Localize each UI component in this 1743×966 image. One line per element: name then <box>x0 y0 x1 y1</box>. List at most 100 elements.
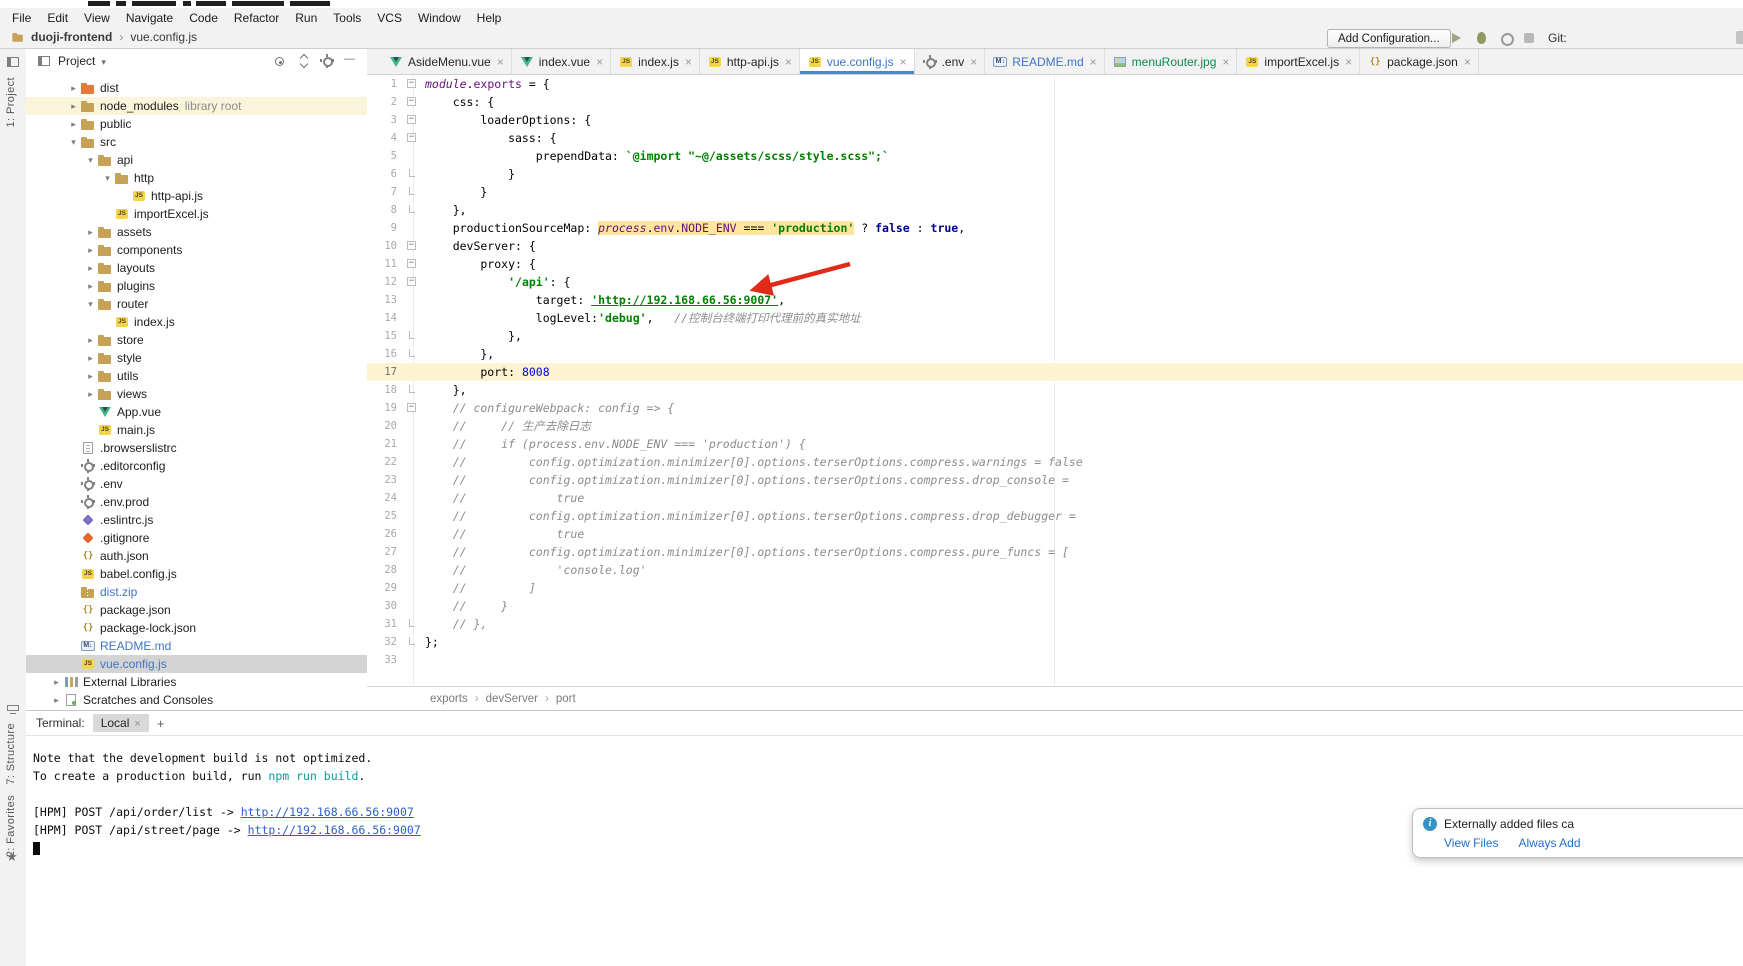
chevron-right-icon[interactable] <box>67 101 80 112</box>
tree-item-main-js[interactable]: main.js <box>26 421 367 439</box>
tree-item-plugins[interactable]: plugins <box>26 277 367 295</box>
code-line-7[interactable]: 7 } <box>367 183 1743 201</box>
tree-item-index-js[interactable]: index.js <box>26 313 367 331</box>
code-line-22[interactable]: 22 // config.optimization.minimizer[0].o… <box>367 453 1743 471</box>
tree-item-src[interactable]: src <box>26 133 367 151</box>
tree-item-eslintrc-js[interactable]: .eslintrc.js <box>26 511 367 529</box>
tree-item-package-json[interactable]: package.json <box>26 601 367 619</box>
code-line-10[interactable]: 10 devServer: { <box>367 237 1743 255</box>
chevron-right-icon[interactable] <box>50 695 63 706</box>
tab-close-icon[interactable] <box>683 55 692 69</box>
fold-start-icon[interactable] <box>405 399 421 417</box>
chevron-down-icon[interactable] <box>67 137 80 148</box>
project-panel-title[interactable]: Project <box>58 54 95 68</box>
editor-tab-index-vue[interactable]: index.vue <box>512 49 611 74</box>
tab-close-icon[interactable] <box>1088 55 1097 69</box>
tree-item-store[interactable]: store <box>26 331 367 349</box>
code-line-20[interactable]: 20 // // 生产去除日志 <box>367 417 1743 435</box>
chevron-right-icon[interactable] <box>84 227 97 238</box>
breadcrumb-exports[interactable]: exports <box>430 693 468 705</box>
tree-item-auth-json[interactable]: auth.json <box>26 547 367 565</box>
tree-item-importexcel-js[interactable]: importExcel.js <box>26 205 367 223</box>
chevron-right-icon[interactable] <box>84 335 97 346</box>
fold-end-icon[interactable] <box>405 327 421 345</box>
editor-tab-readme-md[interactable]: README.md <box>985 49 1104 74</box>
code-line-16[interactable]: 16 }, <box>367 345 1743 363</box>
tree-item-readme-md[interactable]: README.md <box>26 637 367 655</box>
fold-end-icon[interactable] <box>405 615 421 633</box>
code-line-13[interactable]: 13 target: 'http://192.168.66.56:9007', <box>367 291 1743 309</box>
fav-star-icon[interactable]: ★ <box>6 849 18 865</box>
tree-item-http[interactable]: http <box>26 169 367 187</box>
code-line-17[interactable]: 17 port: 8008 <box>367 363 1743 381</box>
fold-start-icon[interactable] <box>405 129 421 147</box>
tree-item-babel-config-js[interactable]: babel.config.js <box>26 565 367 583</box>
code-line-14[interactable]: 14 logLevel:'debug', //控制台终端打印代理前的真实地址 <box>367 309 1743 327</box>
tab-close-icon[interactable] <box>1462 55 1471 69</box>
chevron-right-icon[interactable] <box>84 371 97 382</box>
git-branch-widget[interactable]: Git: <box>1548 31 1567 45</box>
new-terminal-icon[interactable] <box>157 716 165 731</box>
editor-tab-package-json[interactable]: package.json <box>1360 49 1479 74</box>
menu-vcs[interactable]: VCS <box>369 9 410 27</box>
code-line-3[interactable]: 3 loaderOptions: { <box>367 111 1743 129</box>
chevron-down-icon[interactable] <box>101 173 114 184</box>
always-add-link[interactable]: Always Add <box>1518 836 1580 850</box>
tree-item-style[interactable]: style <box>26 349 367 367</box>
terminal-link[interactable]: http://192.168.66.56:9007 <box>248 823 421 837</box>
fold-start-icon[interactable] <box>405 93 421 111</box>
tree-item-router[interactable]: router <box>26 295 367 313</box>
tree-item-views[interactable]: views <box>26 385 367 403</box>
tree-item-public[interactable]: public <box>26 115 367 133</box>
menu-help[interactable]: Help <box>469 9 510 27</box>
menu-file[interactable]: File <box>4 9 39 27</box>
navbar-file[interactable]: vue.config.js <box>128 30 199 44</box>
tree-item-api[interactable]: api <box>26 151 367 169</box>
close-icon[interactable] <box>134 716 140 730</box>
code-line-2[interactable]: 2 css: { <box>367 93 1743 111</box>
structure-tool-icon[interactable] <box>5 701 21 717</box>
tree-item-node-modules[interactable]: node_moduleslibrary root <box>26 97 367 115</box>
run-icon[interactable] <box>1452 33 1461 43</box>
code-line-1[interactable]: 1module.exports = { <box>367 75 1743 93</box>
fold-start-icon[interactable] <box>405 255 421 273</box>
chevron-right-icon[interactable] <box>84 245 97 256</box>
editor-tab-asidemenu-vue[interactable]: AsideMenu.vue <box>381 49 512 74</box>
chevron-right-icon[interactable] <box>67 83 80 94</box>
fold-end-icon[interactable] <box>405 381 421 399</box>
stripe-favorites-button[interactable]: 2: Favorites <box>5 795 17 857</box>
code-line-29[interactable]: 29 // ] <box>367 579 1743 597</box>
code-line-19[interactable]: 19 // configureWebpack: config => { <box>367 399 1743 417</box>
menu-navigate[interactable]: Navigate <box>118 9 181 27</box>
locate-file-icon[interactable] <box>271 52 289 70</box>
tree-item-editorconfig[interactable]: .editorconfig <box>26 457 367 475</box>
code-line-9[interactable]: 9 productionSourceMap: process.env.NODE_… <box>367 219 1743 237</box>
tree-item-components[interactable]: components <box>26 241 367 259</box>
editor-tab-http-api-js[interactable]: http-api.js <box>700 49 800 74</box>
tab-close-icon[interactable] <box>1343 55 1352 69</box>
tree-item-utils[interactable]: utils <box>26 367 367 385</box>
editor-tab-vue-config-js[interactable]: vue.config.js <box>800 49 915 74</box>
editor-tab-env[interactable]: .env <box>915 49 986 74</box>
code-line-6[interactable]: 6 } <box>367 165 1743 183</box>
chevron-down-icon[interactable] <box>101 54 106 68</box>
menu-run[interactable]: Run <box>287 9 325 27</box>
tree-item-external-libraries[interactable]: External Libraries <box>26 673 367 691</box>
tab-close-icon[interactable] <box>898 55 907 69</box>
tree-item-assets[interactable]: assets <box>26 223 367 241</box>
code-line-11[interactable]: 11 proxy: { <box>367 255 1743 273</box>
code-line-12[interactable]: 12 '/api': { <box>367 273 1743 291</box>
fold-end-icon[interactable] <box>405 165 421 183</box>
code-line-18[interactable]: 18 }, <box>367 381 1743 399</box>
terminal-link[interactable]: http://192.168.66.56:9007 <box>241 805 414 819</box>
code-line-21[interactable]: 21 // if (process.env.NODE_ENV === 'prod… <box>367 435 1743 453</box>
chevron-right-icon[interactable] <box>84 263 97 274</box>
fold-start-icon[interactable] <box>405 273 421 291</box>
editor-tab-index-js[interactable]: index.js <box>611 49 700 74</box>
menu-tools[interactable]: Tools <box>325 9 369 27</box>
navbar-project[interactable]: duoji-frontend <box>29 30 114 44</box>
editor-tab-menurouter-jpg[interactable]: menuRouter.jpg <box>1105 49 1238 74</box>
tab-close-icon[interactable] <box>783 55 792 69</box>
fold-end-icon[interactable] <box>405 345 421 363</box>
code-line-32[interactable]: 32}; <box>367 633 1743 651</box>
